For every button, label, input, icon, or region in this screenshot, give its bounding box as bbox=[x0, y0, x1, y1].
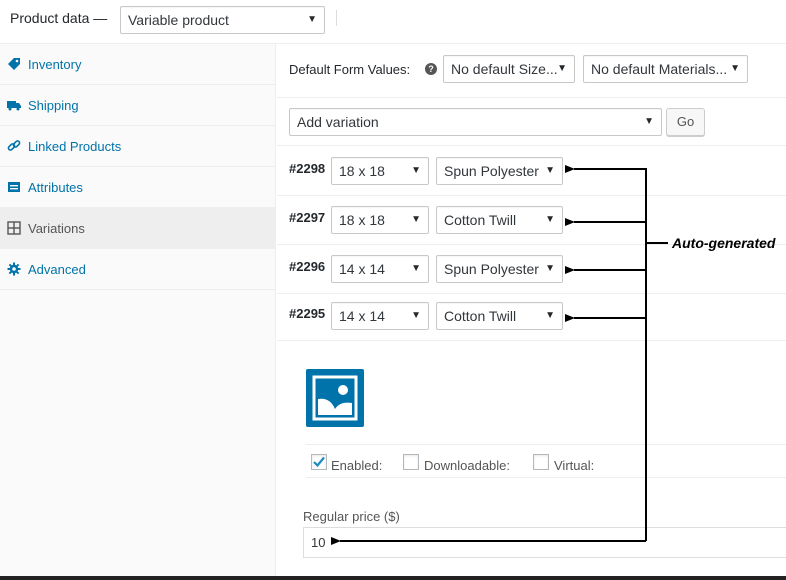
chevron-down-icon: ▼ bbox=[307, 14, 317, 25]
variation-material-select[interactable]: Cotton Twill ▼ bbox=[436, 206, 563, 234]
product-type-select[interactable]: Variable product ▼ bbox=[120, 6, 325, 34]
header-divider bbox=[336, 10, 337, 26]
grid-icon bbox=[7, 221, 21, 235]
list-icon bbox=[8, 182, 20, 192]
tab-label: Variations bbox=[28, 221, 85, 236]
chevron-down-icon: ▼ bbox=[545, 263, 555, 274]
variation-size-value: 14 x 14 bbox=[339, 308, 385, 324]
default-materials-value: No default Materials... bbox=[591, 61, 728, 77]
variation-size-value: 18 x 18 bbox=[339, 163, 385, 179]
tab-label: Linked Products bbox=[28, 139, 122, 154]
product-type-value: Variable product bbox=[128, 12, 229, 28]
tab-label: Attributes bbox=[28, 180, 83, 195]
tab-label: Advanced bbox=[28, 262, 86, 277]
variation-size-value: 18 x 18 bbox=[339, 212, 385, 228]
default-materials-select[interactable]: No default Materials... ▼ bbox=[583, 55, 748, 83]
variation-material-value: Cotton Twill bbox=[444, 308, 517, 324]
tab-label: Shipping bbox=[28, 98, 79, 113]
go-button[interactable]: Go bbox=[666, 108, 705, 136]
tab-attributes[interactable]: Attributes bbox=[0, 167, 276, 208]
downloadable-label: Downloadable: bbox=[424, 458, 511, 473]
product-data-label: Product data — bbox=[10, 10, 108, 26]
chevron-down-icon: ▼ bbox=[545, 165, 555, 176]
tab-label: Inventory bbox=[28, 57, 82, 72]
variation-row[interactable]: #2298 18 x 18 ▼ Spun Polyester ▼ bbox=[277, 147, 786, 196]
add-variation-row: Add variation ▼ Go bbox=[277, 98, 786, 146]
variation-material-select[interactable]: Spun Polyester ▼ bbox=[436, 255, 563, 283]
tab-variations[interactable]: Variations bbox=[0, 208, 276, 249]
chevron-down-icon: ▼ bbox=[545, 310, 555, 321]
chevron-down-icon: ▼ bbox=[644, 116, 654, 127]
variation-id: #2295 bbox=[289, 306, 326, 321]
chevron-down-icon: ▼ bbox=[557, 63, 567, 74]
variation-material-value: Spun Polyester bbox=[444, 261, 539, 277]
link-icon bbox=[7, 140, 21, 151]
tab-inventory[interactable]: Inventory bbox=[0, 44, 276, 85]
variation-id: #2297 bbox=[289, 210, 326, 225]
variation-row[interactable]: #2296 14 x 14 ▼ Spun Polyester ▼ bbox=[277, 245, 786, 294]
variation-details-panel: Enabled: Downloadable: Virtual: Regular … bbox=[277, 341, 786, 580]
variation-size-select[interactable]: 14 x 14 ▼ bbox=[331, 302, 429, 330]
virtual-label: Virtual: bbox=[554, 458, 595, 473]
tag-icon bbox=[8, 58, 20, 70]
default-form-values-row: Default Form Values: ? No default Size..… bbox=[277, 44, 786, 98]
chevron-down-icon: ▼ bbox=[411, 310, 421, 321]
variation-id: #2296 bbox=[289, 259, 326, 274]
variation-size-value: 14 x 14 bbox=[339, 261, 385, 277]
variation-id: #2298 bbox=[289, 161, 326, 176]
truck-icon bbox=[7, 101, 21, 111]
checkmark-icon bbox=[313, 456, 325, 468]
bottom-border bbox=[0, 576, 786, 580]
variation-row[interactable]: #2295 14 x 14 ▼ Cotton Twill ▼ bbox=[277, 292, 786, 341]
tab-linked-products[interactable]: Linked Products bbox=[0, 126, 276, 167]
chevron-down-icon: ▼ bbox=[411, 214, 421, 225]
image-placeholder-icon[interactable] bbox=[306, 369, 364, 427]
product-data-tabs: Inventory Shipping Linked Products Attri… bbox=[0, 44, 276, 580]
variation-material-select[interactable]: Spun Polyester ▼ bbox=[436, 157, 563, 185]
regular-price-input[interactable]: 10 bbox=[303, 527, 786, 558]
tab-shipping[interactable]: Shipping bbox=[0, 85, 276, 126]
default-size-select[interactable]: No default Size... ▼ bbox=[443, 55, 575, 83]
regular-price-label: Regular price ($) bbox=[303, 509, 400, 524]
variation-material-select[interactable]: Cotton Twill ▼ bbox=[436, 302, 563, 330]
annotation-label: Auto-generated bbox=[672, 235, 776, 251]
variation-size-select[interactable]: 18 x 18 ▼ bbox=[331, 206, 429, 234]
tab-advanced[interactable]: Advanced bbox=[0, 249, 276, 290]
default-size-value: No default Size... bbox=[451, 61, 558, 77]
chevron-down-icon: ▼ bbox=[411, 165, 421, 176]
downloadable-checkbox[interactable] bbox=[403, 454, 419, 470]
chevron-down-icon: ▼ bbox=[545, 214, 555, 225]
default-form-values-label: Default Form Values: bbox=[289, 62, 411, 77]
virtual-checkbox[interactable] bbox=[533, 454, 549, 470]
variation-size-select[interactable]: 14 x 14 ▼ bbox=[331, 255, 429, 283]
variation-material-value: Cotton Twill bbox=[444, 212, 517, 228]
help-icon[interactable]: ? bbox=[425, 63, 437, 75]
enabled-checkbox[interactable] bbox=[311, 454, 327, 470]
variation-material-value: Spun Polyester bbox=[444, 163, 539, 179]
enabled-label: Enabled: bbox=[331, 458, 383, 473]
variation-options-row: Enabled: Downloadable: Virtual: bbox=[306, 444, 786, 478]
chevron-down-icon: ▼ bbox=[411, 263, 421, 274]
chevron-down-icon: ▼ bbox=[730, 63, 740, 74]
gear-icon bbox=[7, 262, 21, 276]
add-variation-value: Add variation bbox=[297, 114, 379, 130]
product-data-header: Product data — Variable product ▼ bbox=[0, 0, 786, 44]
variation-size-select[interactable]: 18 x 18 ▼ bbox=[331, 157, 429, 185]
add-variation-select[interactable]: Add variation ▼ bbox=[289, 108, 662, 136]
